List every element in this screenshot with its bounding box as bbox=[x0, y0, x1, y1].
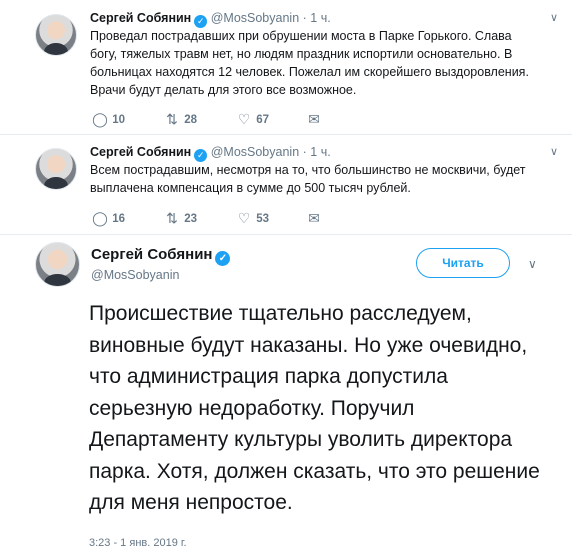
separator: · bbox=[302, 11, 307, 25]
chevron-down-icon[interactable]: ∨ bbox=[550, 11, 558, 24]
retweet-button[interactable]: ⇅ 23 bbox=[163, 210, 197, 227]
direct-message-button[interactable]: ✉ bbox=[305, 210, 323, 227]
tweet-header: Сергей Собянин ✓ @MosSobyanin · 1 ч. bbox=[90, 10, 331, 28]
follow-button[interactable]: Читать bbox=[416, 248, 510, 278]
author-handle[interactable]: @MosSobyanin bbox=[211, 11, 299, 25]
author-handle[interactable]: @MosSobyanin bbox=[211, 145, 299, 159]
author-name[interactable]: Сергей Собянин bbox=[90, 11, 191, 25]
separator: · bbox=[302, 145, 307, 159]
tweet-time[interactable]: 1 ч. bbox=[310, 11, 330, 25]
author-handle[interactable]: @MosSobyanin bbox=[91, 268, 179, 282]
reply-button[interactable]: ◯ 16 bbox=[91, 210, 125, 227]
retweet-count: 28 bbox=[184, 114, 197, 126]
reply-icon: ◯ bbox=[92, 210, 108, 226]
heart-icon: ♡ bbox=[237, 210, 251, 226]
reply-count: 16 bbox=[112, 213, 125, 225]
retweet-button[interactable]: ⇅ 28 bbox=[163, 111, 197, 128]
author-name[interactable]: Сергей Собянин ✓ bbox=[91, 246, 231, 266]
verified-icon: ✓ bbox=[215, 251, 231, 266]
tweet-text: Всем пострадавшим, несмотря на то, что б… bbox=[90, 163, 526, 195]
like-count: 67 bbox=[256, 114, 269, 126]
tweet-header: Сергей Собянин ✓ @MosSobyanin · 1 ч. bbox=[90, 144, 331, 162]
reply-button[interactable]: ◯ 10 bbox=[91, 111, 125, 128]
avatar[interactable] bbox=[35, 148, 77, 190]
reply-icon: ◯ bbox=[92, 111, 108, 127]
tweet-text: Происшествие тщательно расследуем, винов… bbox=[89, 302, 540, 514]
reply-count: 10 bbox=[112, 114, 125, 126]
tweet-timestamp[interactable]: 3:23 - 1 янв. 2019 г. bbox=[89, 537, 187, 549]
direct-message-button[interactable]: ✉ bbox=[305, 111, 323, 128]
retweet-icon: ⇅ bbox=[166, 111, 178, 127]
mail-icon: ✉ bbox=[308, 210, 320, 226]
chevron-down-icon[interactable]: ∨ bbox=[550, 145, 558, 158]
author-name[interactable]: Сергей Собянин bbox=[90, 145, 191, 159]
chevron-down-icon[interactable]: ∨ bbox=[528, 257, 537, 271]
main-tweet: Сергей Собянин ✓ @MosSobyanin Читать ∨ Пр… bbox=[0, 234, 572, 555]
avatar[interactable] bbox=[35, 14, 77, 56]
like-button[interactable]: ♡ 53 bbox=[235, 210, 269, 227]
author-name-text: Сергей Собянин bbox=[91, 246, 213, 263]
retweet-count: 23 bbox=[184, 213, 197, 225]
like-button[interactable]: ♡ 67 bbox=[235, 111, 269, 128]
retweet-icon: ⇅ bbox=[166, 210, 178, 226]
tweet-2[interactable]: Сергей Собянин ✓ @MosSobyanin · 1 ч. ∨ Вс… bbox=[0, 134, 572, 234]
heart-icon: ♡ bbox=[237, 111, 251, 127]
like-count: 53 bbox=[256, 213, 269, 225]
mail-icon: ✉ bbox=[308, 111, 320, 127]
tweet-text: Проведал пострадавших при обрушении мост… bbox=[90, 29, 529, 97]
tweet-1[interactable]: Сергей Собянин ✓ @MosSobyanin · 1 ч. ∨ Пр… bbox=[0, 0, 572, 134]
avatar[interactable] bbox=[35, 242, 80, 287]
tweet-time[interactable]: 1 ч. bbox=[310, 145, 330, 159]
